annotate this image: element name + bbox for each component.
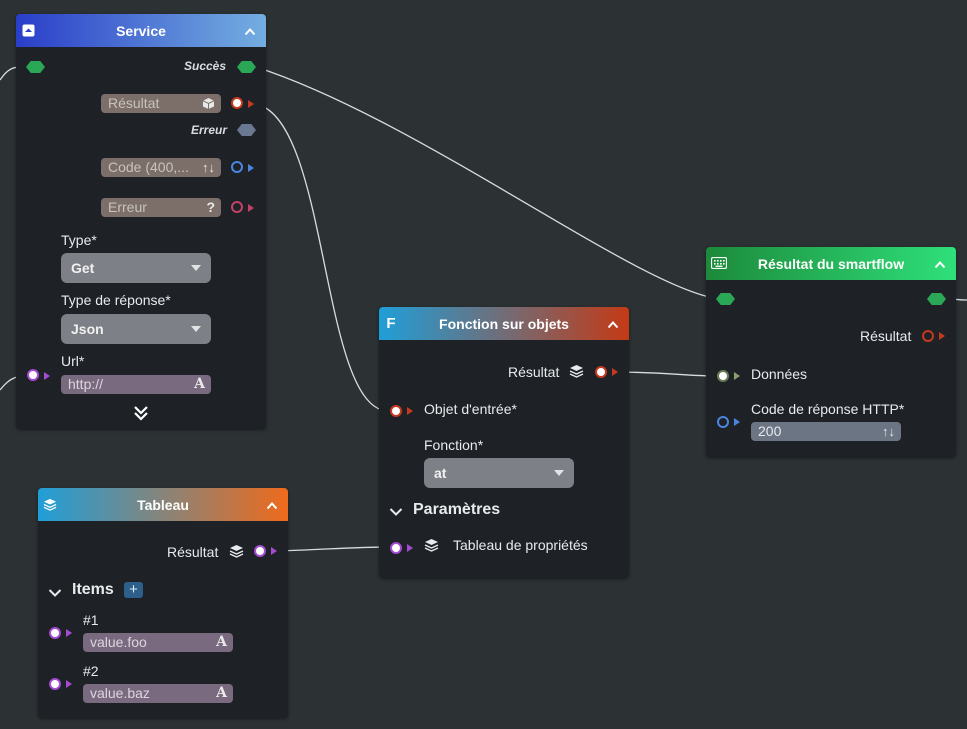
function-select[interactable]: at — [424, 458, 574, 488]
port-arrow — [734, 418, 740, 426]
wire-fonction-to-donnees — [613, 371, 717, 377]
props-table-label: Tableau de propriétés — [453, 537, 588, 553]
url-label: Url* — [61, 353, 85, 369]
params-section-title[interactable]: Paramètres — [413, 501, 500, 519]
item-1-port[interactable] — [49, 627, 61, 639]
service-flow-in-port[interactable] — [26, 61, 45, 73]
service-node-title: Service — [116, 22, 166, 39]
service-result-port[interactable] — [231, 97, 243, 109]
chevron-up-icon[interactable] — [244, 25, 256, 37]
http-code-port[interactable] — [717, 416, 729, 428]
smartflow-node-header[interactable]: Résultat du smartflow — [706, 247, 956, 280]
type-select[interactable]: Get — [61, 253, 211, 283]
caret-down-icon — [554, 470, 564, 476]
fonction-result-label: Résultat — [508, 364, 560, 380]
type-label: Type* — [61, 232, 97, 248]
url-input[interactable]: http:// A — [61, 375, 211, 394]
item-2-label: #2 — [83, 663, 99, 679]
tableau-result-port[interactable] — [254, 545, 266, 557]
smartflow-flow-in-port[interactable] — [716, 293, 735, 305]
layers-icon — [43, 497, 57, 511]
wire-result-to-objet — [255, 103, 390, 412]
service-success-label: Succès — [184, 59, 227, 73]
fonction-node-title: Fonction sur objets — [439, 315, 569, 332]
port-arrow — [66, 680, 72, 688]
add-item-button[interactable]: + — [124, 582, 143, 598]
caret-down-icon — [191, 326, 201, 332]
smartflow-result-node[interactable]: Résultat du smartflow Résultat Données C… — [706, 247, 956, 457]
cube-icon — [202, 94, 215, 113]
port-arrow — [248, 164, 254, 172]
box-icon — [21, 23, 35, 37]
chevron-down-icon[interactable] — [389, 504, 403, 522]
item-1-input[interactable]: value.foo A — [83, 633, 233, 652]
chevron-up-icon[interactable] — [934, 258, 946, 270]
expand-more-icon[interactable] — [133, 405, 149, 426]
tableau-node[interactable]: Tableau Résultat Items + #1 value.foo A … — [38, 488, 288, 718]
caret-down-icon — [191, 265, 201, 271]
layers-icon — [569, 364, 584, 383]
port-arrow — [939, 332, 945, 340]
fonction-result-port[interactable] — [595, 366, 607, 378]
sort-numeric-icon: ↑↓ — [882, 424, 895, 439]
url-port[interactable] — [27, 369, 39, 381]
service-error-field[interactable]: Erreur ? — [101, 198, 221, 217]
service-error-port[interactable] — [237, 124, 256, 136]
function-label: Fonction* — [424, 437, 484, 453]
wire-success-to-smartflow — [255, 66, 721, 300]
http-code-label: Code de réponse HTTP* — [751, 401, 905, 417]
service-result-field[interactable]: Résultat — [101, 94, 221, 113]
service-code-port[interactable] — [231, 161, 243, 173]
data-label: Données — [751, 366, 808, 382]
port-arrow — [271, 547, 277, 555]
response-type-label: Type de réponse* — [61, 292, 171, 308]
port-arrow — [612, 368, 618, 376]
item-2-input[interactable]: value.baz A — [83, 684, 233, 703]
data-port[interactable] — [717, 370, 729, 382]
response-type-select[interactable]: Json — [61, 314, 211, 344]
text-format-icon: A — [194, 376, 205, 392]
question-icon: ? — [206, 199, 215, 215]
fonction-node[interactable]: F Fonction sur objets Résultat Objet d'e… — [379, 307, 629, 578]
input-object-label: Objet d'entrée* — [424, 401, 517, 417]
port-arrow — [248, 204, 254, 212]
smartflow-flow-out-port[interactable] — [927, 293, 946, 305]
input-object-port[interactable] — [390, 405, 402, 417]
chevron-up-icon[interactable] — [607, 318, 619, 330]
port-arrow — [248, 100, 254, 108]
layers-icon — [424, 538, 439, 557]
chevron-up-icon[interactable] — [266, 499, 278, 511]
service-code-field[interactable]: Code (400,... ↑↓ — [101, 158, 221, 177]
smartflow-result-label: Résultat — [860, 328, 912, 344]
smartflow-result-port[interactable] — [922, 330, 934, 342]
port-arrow — [407, 544, 413, 552]
function-icon: F — [386, 314, 396, 332]
service-success-port[interactable] — [237, 61, 256, 73]
http-code-input[interactable]: 200 ↑↓ — [751, 422, 901, 441]
port-arrow — [734, 372, 740, 380]
fonction-node-header[interactable]: F Fonction sur objets — [379, 307, 629, 340]
wire-tableau-to-props — [272, 546, 390, 552]
tableau-result-label: Résultat — [167, 544, 219, 560]
text-format-icon: A — [216, 634, 227, 650]
text-format-icon: A — [216, 685, 227, 701]
keyboard-icon — [711, 256, 727, 270]
port-arrow — [407, 407, 413, 415]
port-arrow — [44, 372, 50, 380]
sort-numeric-icon: ↑↓ — [202, 160, 215, 175]
item-1-label: #1 — [83, 612, 99, 628]
smartflow-node-title: Résultat du smartflow — [757, 255, 905, 272]
service-error-value-port[interactable] — [231, 201, 243, 213]
port-arrow — [66, 629, 72, 637]
chevron-down-icon[interactable] — [48, 585, 62, 603]
layers-icon — [229, 544, 244, 563]
items-section-title[interactable]: Items — [72, 581, 114, 599]
item-2-port[interactable] — [49, 678, 61, 690]
tableau-node-title: Tableau — [137, 496, 189, 513]
service-node-header[interactable]: Service — [16, 14, 266, 47]
service-error-label: Erreur — [191, 123, 228, 137]
service-node[interactable]: Service Succès Résultat Erreur Code (400… — [16, 14, 266, 429]
tableau-node-header[interactable]: Tableau — [38, 488, 288, 521]
props-table-port[interactable] — [390, 542, 402, 554]
